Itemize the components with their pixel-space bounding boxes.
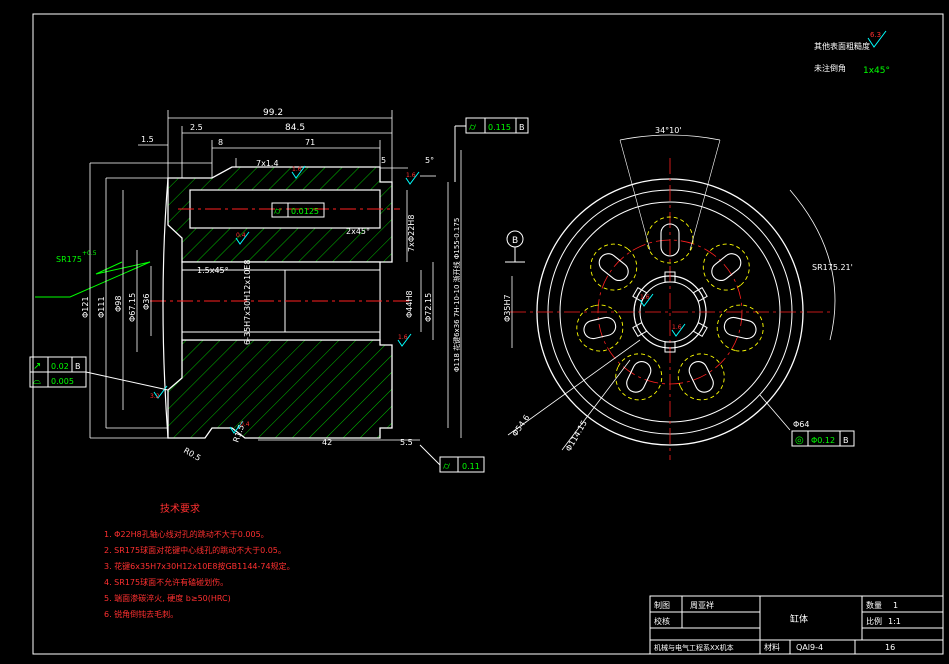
dim-7x1-4: 7x1.4 <box>256 159 279 168</box>
drawn-label: 制图 <box>654 600 670 610</box>
svg-text:⌭: ⌭ <box>469 122 477 133</box>
qty-label: 数量 <box>866 600 882 610</box>
scale-value: 1:1 <box>888 617 901 626</box>
dia-98: Φ98 <box>114 296 123 312</box>
dia-121: Φ121 <box>81 296 90 318</box>
roughness-4-value: 1.6 <box>398 334 408 341</box>
end-sr-label: SR175.21' <box>812 263 853 272</box>
thread-callout: Φ118 花键6x36 7H-10-10 渐开线 Φ155-0.175 <box>452 218 461 372</box>
roughness-5-value: 3.2 <box>150 393 160 400</box>
svg-text:Φ0.12: Φ0.12 <box>811 436 835 445</box>
sheet-number: 16 <box>885 643 895 652</box>
roughness-note-value: 6.3 <box>870 31 881 39</box>
drawing-border <box>32 13 944 655</box>
spline-tooth <box>632 321 648 338</box>
cad-drawing: 其他表面粗糙度 6.3 未注倒角 1x45° 99.2 2.5 84.5 1.5… <box>29 13 944 655</box>
svg-text:◎: ◎ <box>795 435 804 446</box>
requirement-6: 6. 锐角倒钝去毛刺。 <box>104 609 178 619</box>
dim-5-deg: 5° <box>425 156 434 165</box>
checked-label: 校核 <box>654 616 670 626</box>
spherical-end-arc <box>162 177 169 439</box>
end-roughness-b: 1.6 <box>672 324 682 331</box>
requirement-4: 4. SR175球面不允许有磕碰划伤。 <box>104 577 228 587</box>
part-name: 缸体 <box>790 613 808 625</box>
roughness-3-value: 0.4 <box>236 232 246 239</box>
section-hatch-lower <box>167 339 393 439</box>
svg-text:⌭: ⌭ <box>443 461 451 472</box>
dim-71: 71 <box>305 138 315 147</box>
svg-text:↗: ↗ <box>33 361 41 372</box>
spline-callout: 6-35H7x30H12x10E8 <box>243 260 252 345</box>
roughness-6-value: 0.4 <box>240 421 250 428</box>
svg-text:0.02: 0.02 <box>51 362 69 371</box>
dim-1-5: 1.5 <box>141 135 154 144</box>
end-roughness-a: 1.6 <box>640 294 650 301</box>
title-block: 制图 周亚祥 校核 缸体 数量 1 比例 1:1 机械与电气工程系XX机本 材料… <box>649 595 944 655</box>
fcf-left: ↗ 0.02 B ⌓ 0.005 <box>29 356 169 391</box>
dim-5: 5 <box>381 156 386 165</box>
svg-text:B: B <box>75 362 81 371</box>
datum-b-label: B <box>512 236 518 246</box>
roughness-2-value: 1.6 <box>406 172 416 179</box>
svg-text:0.115: 0.115 <box>488 123 511 132</box>
material-label: 材料 <box>764 642 780 652</box>
scale-label: 比例 <box>866 616 882 626</box>
sr-tolerance: +0.5 <box>82 250 97 257</box>
chamfer-note-label: 未注倒角 <box>814 63 846 73</box>
chamfer-note-value: 1x45° <box>863 66 890 76</box>
angle-34-arc <box>619 134 721 141</box>
dia-111: Φ111 <box>97 296 106 318</box>
spline-tooth <box>692 321 708 338</box>
dia-72: Φ72.15 <box>424 293 433 322</box>
section-view: 99.2 2.5 84.5 1.5 8 71 5 5° 7x1.4 2x45° … <box>29 108 529 473</box>
dim-5-5: 5.5 <box>400 438 413 447</box>
sr-label: SR175 <box>56 255 82 264</box>
angle-34-label: 34°10' <box>655 126 682 135</box>
dia-44: Φ44H8 <box>405 290 414 318</box>
requirements-title: 技术要求 <box>160 502 200 515</box>
dim-2-5: 2.5 <box>190 123 203 132</box>
dia-7x22: 7xΦ22H8 <box>407 215 416 252</box>
dim-84-5: 84.5 <box>285 123 305 133</box>
dia-114: Φ114.15 <box>564 419 589 453</box>
dim-total-length: 99.2 <box>263 108 283 118</box>
svg-text:0.0125: 0.0125 <box>291 207 319 216</box>
sr-leader <box>35 261 151 298</box>
roughness-note-label: 其他表面粗糙度 <box>814 41 870 51</box>
svg-text:⌭: ⌭ <box>274 206 282 217</box>
top-notes: 其他表面粗糙度 6.3 未注倒角 1x45° <box>814 30 890 76</box>
fcf-top: ⌭ 0.115 B <box>454 117 529 182</box>
svg-text:0.005: 0.005 <box>51 377 74 386</box>
requirement-3: 3. 花键6x35H7x30H12x10E8按GB1144-74规定。 <box>104 561 295 571</box>
requirement-5: 5. 端面渗碳淬火, 硬度 b≥50(HRC) <box>104 593 231 603</box>
svg-text:B: B <box>843 436 849 445</box>
qty-value: 1 <box>893 601 898 610</box>
svg-text:⌓: ⌓ <box>33 376 41 387</box>
end-view: 34°10' SR175.21' B Φ35H7 Φ54.6 Φ114.15 Φ… <box>503 126 855 460</box>
kidney-port <box>716 304 764 352</box>
dim-r0-5: R0.5 <box>182 446 202 463</box>
drawn-name: 周亚祥 <box>690 600 714 610</box>
dia-64: Φ64 <box>793 420 809 429</box>
material-value: QAl9-4 <box>796 643 823 652</box>
fcf-bottom: ⌭ 0.11 <box>419 444 485 473</box>
school-name: 机械与电气工程系XX机本 <box>654 643 734 652</box>
svg-text:B: B <box>519 123 525 132</box>
dim-1-5x45: 1.5x45° <box>197 266 229 275</box>
dia-35: Φ35H7 <box>503 294 512 322</box>
dim-42: 42 <box>322 438 332 447</box>
spline-tooth <box>692 286 708 303</box>
end-fcf: ◎ Φ0.12 B <box>791 430 855 447</box>
roughness-1-value: 1.6 <box>292 166 302 173</box>
dia-67: Φ67.15 <box>128 293 137 322</box>
dia-54: Φ54.6 <box>510 413 531 438</box>
requirement-1: 1. Φ22H8孔轴心线对孔的跳动不大于0.005。 <box>104 529 269 539</box>
requirement-2: 2. SR175球面对花键中心线孔的跳动不大于0.05。 <box>104 545 286 555</box>
dia-36: Φ36 <box>142 294 151 310</box>
dim-2x45: 2x45° <box>346 227 370 236</box>
dim-8: 8 <box>218 138 223 147</box>
technical-requirements: 技术要求 1. Φ22H8孔轴心线对孔的跳动不大于0.005。 2. SR175… <box>104 502 295 619</box>
svg-text:0.11: 0.11 <box>462 462 480 471</box>
